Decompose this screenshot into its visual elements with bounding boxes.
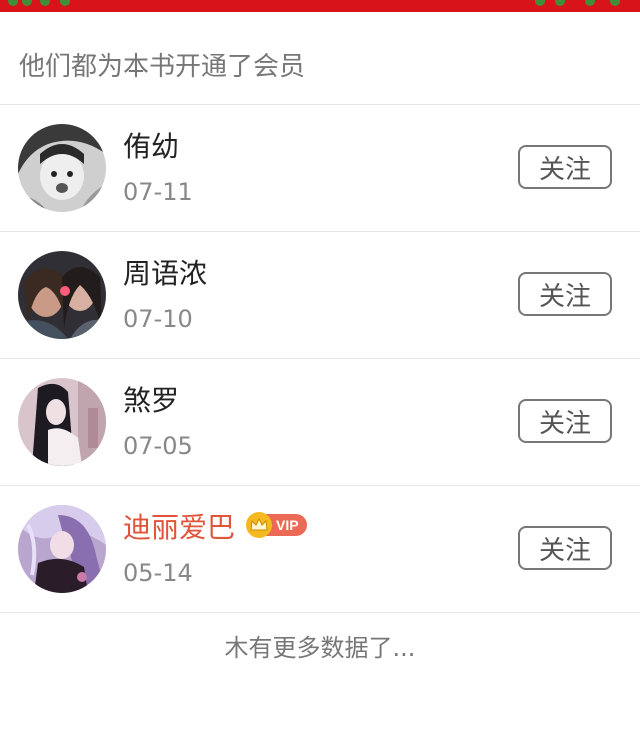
follow-button[interactable]: 关注 xyxy=(518,399,612,443)
member-date: 07-05 xyxy=(123,432,193,460)
member-date: 07-10 xyxy=(123,305,193,333)
list-item[interactable]: 煞罗 07-05 关注 xyxy=(0,359,640,486)
banner-leaf-decoration xyxy=(8,0,18,6)
member-date: 05-14 xyxy=(123,559,193,587)
avatar[interactable] xyxy=(18,378,106,466)
member-name[interactable]: 迪丽爱巴 xyxy=(123,510,235,546)
banner-leaf-decoration xyxy=(22,0,32,6)
member-list: 侑幼 07-11 关注 周语浓 07-10 关注 煞罗 07-05 关注 迪丽爱… xyxy=(0,105,640,613)
list-item[interactable]: 迪丽爱巴 VIP 05-14 关注 xyxy=(0,486,640,613)
member-name[interactable]: 侑幼 xyxy=(123,129,179,165)
page-title: 他们都为本书开通了会员 xyxy=(19,52,306,82)
list-item[interactable]: 周语浓 07-10 关注 xyxy=(0,232,640,359)
follow-button[interactable]: 关注 xyxy=(518,272,612,316)
top-banner-strip xyxy=(0,0,640,12)
follow-button[interactable]: 关注 xyxy=(518,145,612,189)
banner-leaf-decoration xyxy=(40,0,50,6)
banner-leaf-decoration xyxy=(555,0,565,6)
no-more-data-text: 木有更多数据了... xyxy=(224,633,416,662)
avatar[interactable] xyxy=(18,124,106,212)
list-end-message: 木有更多数据了... xyxy=(0,610,640,680)
avatar[interactable] xyxy=(18,505,106,593)
follow-button[interactable]: 关注 xyxy=(518,526,612,570)
vip-badge: VIP xyxy=(246,512,307,538)
avatar[interactable] xyxy=(18,251,106,339)
banner-leaf-decoration xyxy=(535,0,545,6)
member-name[interactable]: 周语浓 xyxy=(123,256,207,292)
banner-leaf-decoration xyxy=(585,0,595,6)
member-name[interactable]: 煞罗 xyxy=(123,383,179,419)
list-item[interactable]: 侑幼 07-11 关注 xyxy=(0,105,640,232)
members-header: 他们都为本书开通了会员 xyxy=(0,12,640,105)
member-date: 07-11 xyxy=(123,178,193,206)
banner-leaf-decoration xyxy=(60,0,70,6)
banner-leaf-decoration xyxy=(610,0,620,6)
crown-icon xyxy=(246,512,272,538)
